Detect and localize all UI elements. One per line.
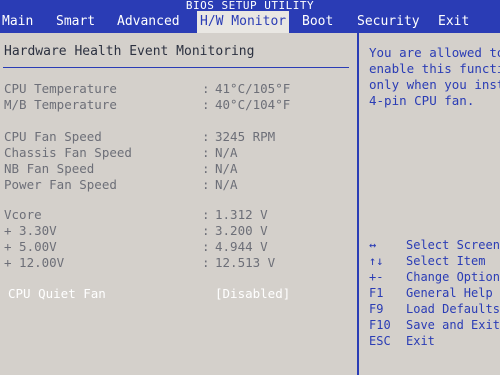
- key-description: Exit: [406, 334, 435, 348]
- row-label: NB Fan Speed: [4, 161, 95, 176]
- row-colon: :: [202, 223, 210, 238]
- row-colon: :: [202, 177, 210, 192]
- bios-screen: BIOS SETUP UTILITY Main Smart Advanced H…: [0, 0, 500, 375]
- row-5-00v: + 5.00V : 4.944 V: [4, 239, 354, 255]
- cpu-quiet-fan-label: CPU Quiet Fan: [8, 286, 106, 301]
- key-row-select-item: ↑↓ Select Item: [369, 253, 500, 269]
- row-colon: :: [202, 97, 210, 112]
- menu-advanced[interactable]: Advanced: [117, 11, 180, 33]
- row-value: 1.312 V: [215, 207, 268, 222]
- row-value: 41°C/105°F: [215, 81, 291, 96]
- up-down-arrows-icon: ↑↓: [369, 254, 384, 268]
- left-right-arrows-icon: ↔: [369, 238, 377, 252]
- row-colon: :: [202, 145, 210, 160]
- menu-exit[interactable]: Exit: [438, 11, 469, 33]
- esc-key: ESC: [369, 334, 391, 348]
- row-value: N/A: [215, 161, 238, 176]
- row-value: N/A: [215, 145, 238, 160]
- help-line: You are allowed to: [369, 45, 500, 60]
- row-nb-fan-speed: NB Fan Speed : N/A: [4, 161, 354, 177]
- help-panel: You are allowed to enable this functio o…: [359, 33, 500, 375]
- key-row-load-defaults: F9 Load Defaults: [369, 301, 500, 317]
- row-label: + 5.00V: [4, 239, 57, 254]
- key-row-exit: ESC Exit: [369, 333, 500, 349]
- row-label: CPU Fan Speed: [4, 129, 102, 144]
- key-description: Select Screen: [406, 238, 500, 252]
- menu-main[interactable]: Main: [2, 11, 33, 33]
- f10-key: F10: [369, 318, 391, 332]
- row-colon: :: [202, 129, 210, 144]
- key-row-save-exit: F10 Save and Exit: [369, 317, 500, 333]
- row-cpu-fan-speed: CPU Fan Speed : 3245 RPM: [4, 129, 354, 145]
- row-colon: :: [202, 81, 210, 96]
- row-colon: :: [202, 239, 210, 254]
- key-row-general-help: F1 General Help: [369, 285, 500, 301]
- f1-key: F1: [369, 286, 384, 300]
- row-value: 12.513 V: [215, 255, 276, 270]
- section-divider: [3, 67, 349, 68]
- row-vcore: Vcore : 1.312 V: [4, 207, 354, 223]
- bios-title: BIOS SETUP UTILITY: [0, 0, 500, 11]
- help-line: only when you insta: [369, 77, 500, 92]
- row-chassis-fan-speed: Chassis Fan Speed : N/A: [4, 145, 354, 161]
- key-description: Select Item: [406, 254, 486, 268]
- row-label: Vcore: [4, 207, 42, 222]
- row-value: 4.944 V: [215, 239, 268, 254]
- row-label: + 3.30V: [4, 223, 57, 238]
- row-colon: :: [202, 207, 210, 222]
- row-colon: :: [202, 255, 210, 270]
- plus-minus-key: +-: [369, 270, 384, 284]
- f9-key: F9: [369, 302, 384, 316]
- row-power-fan-speed: Power Fan Speed : N/A: [4, 177, 354, 193]
- key-description: Load Defaults: [406, 302, 500, 316]
- row-label: + 12.00V: [4, 255, 65, 270]
- menu-bar: Main Smart Advanced H/W Monitor Boot Sec…: [0, 11, 500, 33]
- row-value: N/A: [215, 177, 238, 192]
- key-description: General Help: [406, 286, 493, 300]
- section-title: Hardware Health Event Monitoring: [4, 44, 255, 59]
- row-colon: :: [202, 161, 210, 176]
- row-mb-temperature: M/B Temperature : 40°C/104°F: [4, 97, 354, 113]
- menu-security[interactable]: Security: [357, 11, 420, 33]
- row-value: 40°C/104°F: [215, 97, 291, 112]
- menu-hw-monitor[interactable]: H/W Monitor: [197, 11, 290, 33]
- row-12-00v: + 12.00V : 12.513 V: [4, 255, 354, 271]
- row-3-30v: + 3.30V : 3.200 V: [4, 223, 354, 239]
- help-line: enable this functio: [369, 61, 500, 76]
- row-cpu-temperature: CPU Temperature : 41°C/105°F: [4, 81, 354, 97]
- row-label: CPU Temperature: [4, 81, 117, 96]
- settings-panel: Hardware Health Event Monitoring CPU Tem…: [0, 33, 357, 375]
- key-row-select-screen: ↔ Select Screen: [369, 237, 500, 253]
- key-row-change-option: +- Change Option: [369, 269, 500, 285]
- row-value: 3245 RPM: [215, 129, 276, 144]
- cpu-quiet-fan-value[interactable]: [Disabled]: [215, 286, 290, 302]
- row-label: Chassis Fan Speed: [4, 145, 132, 160]
- row-value: 3.200 V: [215, 223, 268, 238]
- row-label: Power Fan Speed: [4, 177, 117, 192]
- menu-smart[interactable]: Smart: [56, 11, 95, 33]
- key-legend: ↔ Select Screen ↑↓ Select Item +- Change…: [369, 237, 500, 349]
- key-description: Change Option: [406, 270, 500, 284]
- cpu-quiet-fan-option[interactable]: CPU Quiet Fan [Disabled]: [4, 286, 354, 302]
- key-description: Save and Exit: [406, 318, 500, 332]
- menu-boot[interactable]: Boot: [302, 11, 333, 33]
- help-text: You are allowed to enable this functio o…: [369, 45, 500, 109]
- help-line: 4-pin CPU fan.: [369, 93, 475, 108]
- row-label: M/B Temperature: [4, 97, 117, 112]
